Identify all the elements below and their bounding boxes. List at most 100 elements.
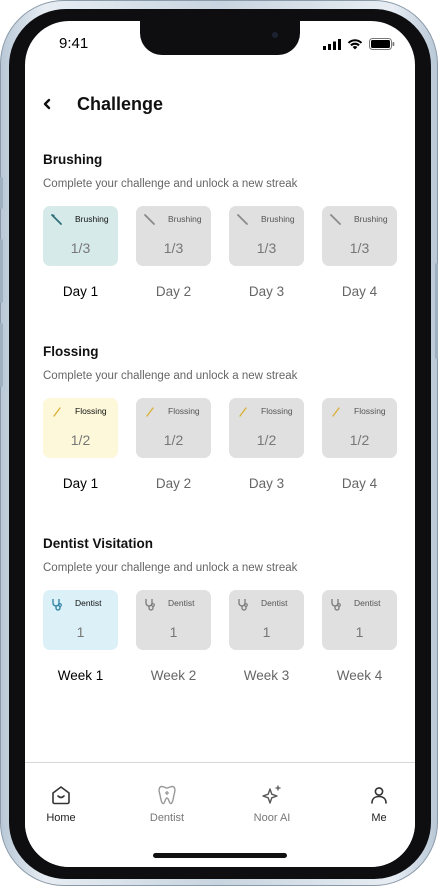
card-label: Brushing xyxy=(75,214,109,224)
challenge-card-week-1[interactable]: Dentist 1 xyxy=(43,590,118,650)
stethoscope-icon xyxy=(238,599,248,611)
wifi-icon xyxy=(347,39,363,50)
period-label: Day 3 xyxy=(248,476,285,491)
card-count: 1 xyxy=(262,624,271,640)
period-label: Week 2 xyxy=(150,668,197,683)
signal-icon xyxy=(323,38,341,50)
challenge-cards: Flossing 1/2 Flossing 1/2 Flossing 1/2 F… xyxy=(43,398,403,458)
card-count: 1 xyxy=(355,624,364,640)
floss-icon xyxy=(332,407,340,417)
card-label: Dentist xyxy=(75,598,102,608)
card-label: Brushing xyxy=(261,214,295,224)
card-label: Flossing xyxy=(354,406,386,416)
dentist-visitation-section: Dentist Visitation Complete your challen… xyxy=(43,535,403,686)
period-label: Day 1 xyxy=(62,284,99,299)
home-icon xyxy=(52,786,70,805)
tab-label: Home xyxy=(46,812,76,824)
section-title: Flossing xyxy=(43,344,99,359)
challenge-cards: Brushing 1/3 Brushing 1/3 Brushing 1/3 B… xyxy=(43,206,403,266)
challenge-card-day-2[interactable]: Flossing 1/2 xyxy=(136,398,211,458)
tab-label: Me xyxy=(371,812,387,824)
period-label: Day 4 xyxy=(341,476,378,491)
toothbrush-icon xyxy=(237,214,248,225)
tab-noor-ai[interactable]: Noor AI xyxy=(237,783,307,824)
period-labels: Day 1 Day 2 Day 3 Day 4 xyxy=(43,284,403,302)
period-label: Day 4 xyxy=(341,284,378,299)
card-count: 1/2 xyxy=(349,432,370,448)
page-title: Challenge xyxy=(77,94,164,114)
floss-icon xyxy=(146,407,154,417)
tab-me[interactable]: Me xyxy=(344,783,414,824)
challenge-card-day-2[interactable]: Brushing 1/3 xyxy=(136,206,211,266)
period-labels: Week 1 Week 2 Week 3 Week 4 xyxy=(43,668,403,686)
notch xyxy=(140,21,300,55)
screen: 9:41 Challenge Brushing Complete your ch… xyxy=(25,21,415,867)
card-label: Dentist xyxy=(354,598,381,608)
floss-icon xyxy=(239,407,247,417)
challenge-card-day-4[interactable]: Brushing 1/3 xyxy=(322,206,397,266)
stethoscope-icon xyxy=(331,599,341,611)
volume-up-button xyxy=(0,239,3,303)
status-time: 9:41 xyxy=(59,35,89,52)
period-label: Day 2 xyxy=(155,476,192,491)
card-count: 1 xyxy=(169,624,178,640)
tooth-icon xyxy=(158,785,176,805)
stethoscope-icon xyxy=(145,599,155,611)
period-label: Week 3 xyxy=(243,668,290,683)
mute-switch xyxy=(0,177,3,209)
section-title: Dentist Visitation xyxy=(43,536,154,551)
period-label: Day 1 xyxy=(62,476,99,491)
card-label: Flossing xyxy=(168,406,200,416)
stethoscope-icon xyxy=(52,599,62,611)
challenge-card-day-1[interactable]: Flossing 1/2 xyxy=(43,398,118,458)
card-count: 1/3 xyxy=(349,240,370,256)
card-count: 1/3 xyxy=(256,240,277,256)
tab-label: Noor AI xyxy=(253,812,291,824)
challenge-card-day-3[interactable]: Brushing 1/3 xyxy=(229,206,304,266)
challenge-card-week-2[interactable]: Dentist 1 xyxy=(136,590,211,650)
card-label: Brushing xyxy=(168,214,202,224)
floss-icon xyxy=(53,407,61,417)
toothbrush-icon xyxy=(330,214,341,225)
challenge-cards: Dentist 1 Dentist 1 Dentist 1 Dentist 1 xyxy=(43,590,403,650)
sparkle-icon xyxy=(262,785,281,804)
section-subtitle: Complete your challenge and unlock a new… xyxy=(43,178,298,190)
front-camera xyxy=(269,29,281,41)
challenge-card-week-4[interactable]: Dentist 1 xyxy=(322,590,397,650)
card-label: Dentist xyxy=(168,598,195,608)
period-label: Day 3 xyxy=(248,284,285,299)
period-label: Week 1 xyxy=(57,668,104,683)
section-subtitle: Complete your challenge and unlock a new… xyxy=(43,370,298,382)
phone-frame: 9:41 Challenge Brushing Complete your ch… xyxy=(0,0,438,886)
card-count: 1/3 xyxy=(163,240,184,256)
toothbrush-icon xyxy=(51,214,62,225)
challenge-card-day-1[interactable]: Brushing 1/3 xyxy=(43,206,118,266)
challenge-card-week-3[interactable]: Dentist 1 xyxy=(229,590,304,650)
chevron-left-icon xyxy=(43,98,51,110)
brushing-section: Brushing Complete your challenge and unl… xyxy=(43,151,403,302)
header: Challenge xyxy=(41,91,401,117)
challenge-card-day-4[interactable]: Flossing 1/2 xyxy=(322,398,397,458)
tab-bar: Home Dentist Noor AI Me xyxy=(25,762,415,867)
card-label: Flossing xyxy=(261,406,293,416)
status-icons xyxy=(323,38,395,50)
card-count: 1/3 xyxy=(70,240,91,256)
section-subtitle: Complete your challenge and unlock a new… xyxy=(43,562,298,574)
period-label: Week 4 xyxy=(336,668,383,683)
tab-dentist[interactable]: Dentist xyxy=(132,783,202,824)
battery-icon xyxy=(369,38,395,50)
toothbrush-icon xyxy=(144,214,155,225)
challenge-card-day-3[interactable]: Flossing 1/2 xyxy=(229,398,304,458)
card-count: 1/2 xyxy=(163,432,184,448)
card-label: Brushing xyxy=(354,214,388,224)
period-label: Day 2 xyxy=(155,284,192,299)
section-title: Brushing xyxy=(43,152,103,167)
back-button[interactable] xyxy=(41,93,61,115)
card-label: Dentist xyxy=(261,598,288,608)
tab-home[interactable]: Home xyxy=(26,783,96,824)
period-labels: Day 1 Day 2 Day 3 Day 4 xyxy=(43,476,403,494)
flossing-section: Flossing Complete your challenge and unl… xyxy=(43,343,403,494)
home-indicator[interactable] xyxy=(153,853,287,858)
card-count: 1 xyxy=(76,624,85,640)
user-icon xyxy=(371,787,387,804)
